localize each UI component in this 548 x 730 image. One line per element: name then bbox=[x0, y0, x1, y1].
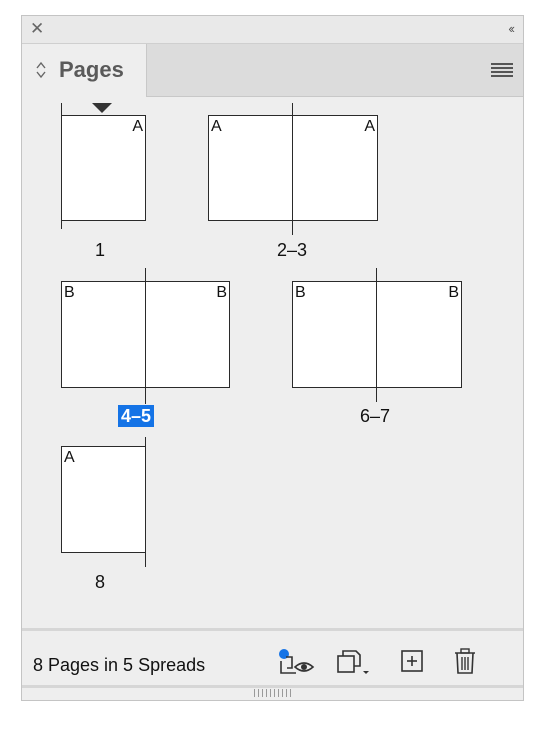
tab-pages[interactable]: Pages bbox=[22, 44, 147, 97]
master-label: B bbox=[216, 284, 227, 301]
close-icon[interactable]: ✕ bbox=[30, 19, 44, 39]
pages-canvas: A 1 A A 2–3 B B 4–5 B B 6–7 A 8 bbox=[22, 97, 523, 627]
new-page-icon[interactable] bbox=[400, 648, 424, 674]
master-label: A bbox=[364, 118, 375, 135]
page-thumbnail-6[interactable]: B bbox=[292, 281, 377, 388]
footer-divider bbox=[22, 628, 523, 631]
panel-menu-icon[interactable] bbox=[491, 63, 513, 77]
spread-caption-8[interactable]: 8 bbox=[90, 571, 110, 593]
page-thumbnail-8[interactable]: A bbox=[61, 446, 146, 553]
resize-grip-icon[interactable] bbox=[254, 689, 292, 697]
master-label: A bbox=[132, 118, 143, 135]
sort-arrows-icon bbox=[36, 61, 46, 79]
page-thumbnail-5[interactable]: B bbox=[145, 281, 230, 388]
page-thumbnail-7[interactable]: B bbox=[376, 281, 462, 388]
spread-caption-2-3[interactable]: 2–3 bbox=[266, 239, 318, 261]
spread-caption-6-7[interactable]: 6–7 bbox=[349, 405, 401, 427]
master-label: A bbox=[64, 449, 75, 466]
page-thumbnail-3[interactable]: A bbox=[292, 115, 378, 221]
panel-titlebar: ✕ ‹‹ bbox=[22, 16, 523, 44]
master-label: B bbox=[295, 284, 306, 301]
pages-panel: ✕ ‹‹ Pages A 1 A A 2–3 B B 4–5 B B 6–7 A… bbox=[21, 15, 524, 701]
collapse-icon[interactable]: ‹‹ bbox=[508, 20, 515, 38]
spread-caption-4-5[interactable]: 4–5 bbox=[118, 405, 155, 427]
page-thumbnail-1[interactable]: A bbox=[61, 115, 146, 221]
spread-spine bbox=[145, 268, 146, 404]
bottom-divider bbox=[22, 685, 523, 688]
start-indicator-icon bbox=[92, 103, 112, 113]
spread-spine bbox=[292, 103, 293, 235]
spread-caption-1[interactable]: 1 bbox=[90, 239, 110, 261]
edit-page-size-icon[interactable] bbox=[278, 648, 318, 676]
master-label: B bbox=[64, 284, 75, 301]
spread-spine bbox=[145, 437, 146, 567]
page-thumbnail-4[interactable]: B bbox=[61, 281, 146, 388]
master-label: A bbox=[211, 118, 222, 135]
panel-footer: 8 Pages in 5 Spreads bbox=[22, 632, 523, 687]
spread-spine bbox=[376, 268, 377, 402]
page-thumbnail-2[interactable]: A bbox=[208, 115, 293, 221]
trash-icon[interactable] bbox=[453, 648, 477, 676]
master-label: B bbox=[448, 284, 459, 301]
tab-label: Pages bbox=[59, 57, 124, 82]
panel-tabstrip: Pages bbox=[22, 44, 523, 97]
pages-status-text: 8 Pages in 5 Spreads bbox=[33, 655, 206, 675]
new-page-from-master-icon[interactable] bbox=[334, 648, 374, 676]
